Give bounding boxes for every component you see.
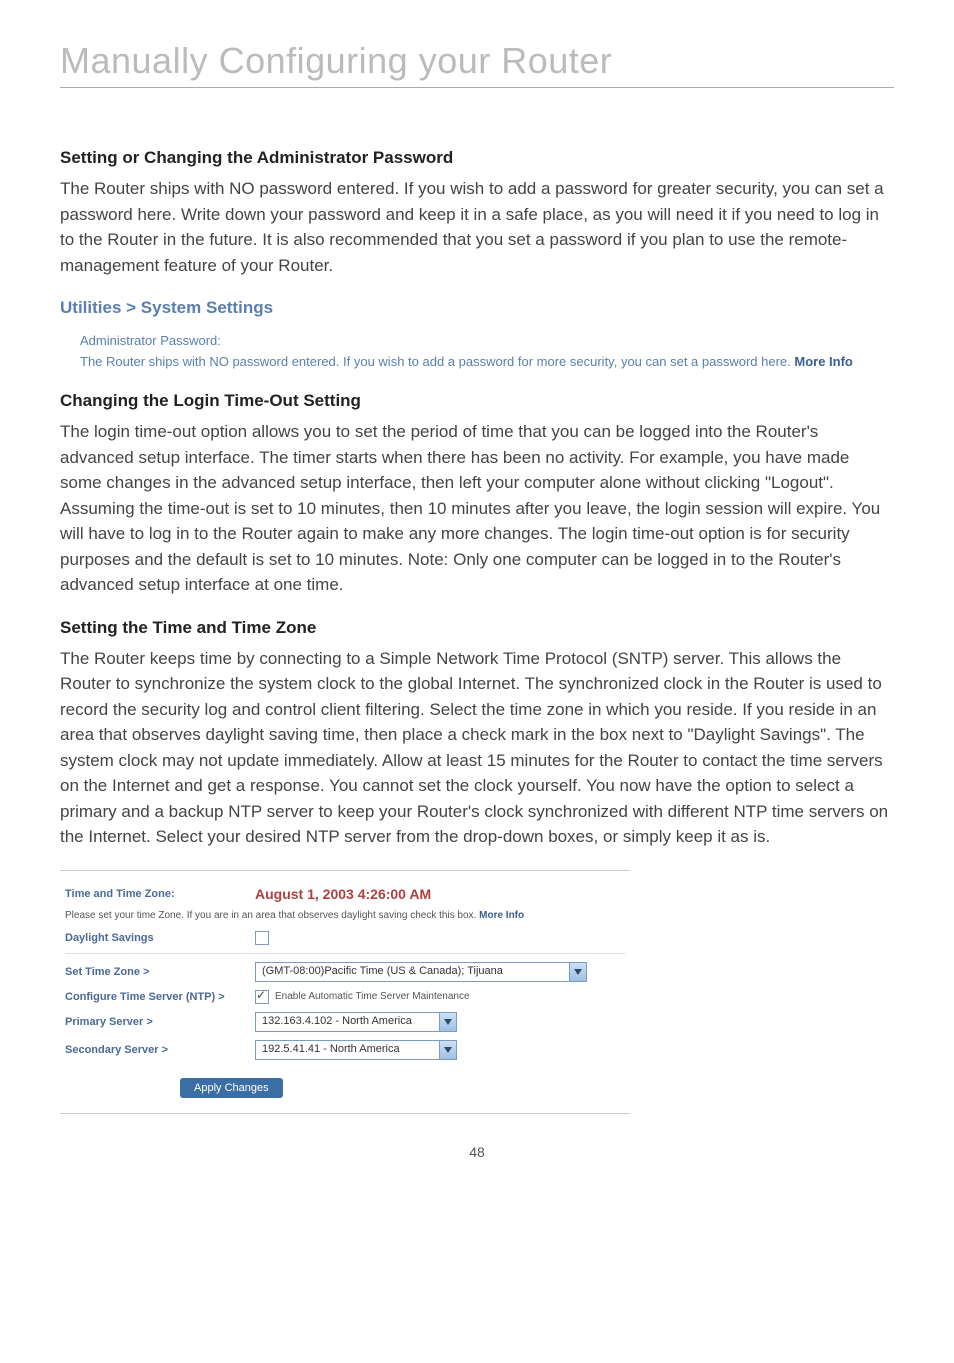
label-configure-ntp: Configure Time Server (NTP) >: [65, 991, 255, 1003]
more-info-link[interactable]: More Info: [794, 354, 853, 369]
heading-admin-password: Setting or Changing the Administrator Pa…: [60, 148, 894, 168]
chevron-down-icon: [439, 1013, 456, 1031]
desc-text: Please set your time Zone. If you are in…: [65, 910, 479, 921]
chevron-down-icon: [569, 963, 586, 981]
label-admin-password: Administrator Password:: [80, 333, 894, 348]
body-admin-password: The Router ships with NO password entere…: [60, 176, 894, 278]
checkbox-daylight-savings[interactable]: [255, 931, 269, 945]
label-set-time-zone: Set Time Zone >: [65, 966, 255, 978]
select-secondary-server[interactable]: 192.5.41.41 - North America: [255, 1040, 457, 1060]
page-title: Manually Configuring your Router: [60, 40, 894, 88]
label-primary-server: Primary Server >: [65, 1016, 255, 1028]
select-primary-server[interactable]: 132.163.4.102 - North America: [255, 1012, 457, 1032]
ui-title-utilities: Utilities > System Settings: [60, 298, 894, 318]
divider: [65, 953, 625, 954]
info-body: The Router ships with NO password entere…: [80, 354, 794, 369]
time-zone-panel: Time and Time Zone: August 1, 2003 4:26:…: [60, 870, 630, 1114]
label-daylight-savings: Daylight Savings: [65, 932, 255, 944]
checkbox-enable-ntp[interactable]: [255, 990, 269, 1004]
value-current-time: August 1, 2003 4:26:00 AM: [255, 886, 431, 902]
select-time-zone[interactable]: (GMT-08:00)Pacific Time (US & Canada); T…: [255, 962, 587, 982]
label-secondary-server: Secondary Server >: [65, 1044, 255, 1056]
panel-description: Please set your time Zone. If you are in…: [65, 910, 625, 921]
heading-login-timeout: Changing the Login Time-Out Setting: [60, 391, 894, 411]
page-number: 48: [60, 1144, 894, 1160]
more-info-link-panel[interactable]: More Info: [479, 910, 524, 921]
body-time-zone: The Router keeps time by connecting to a…: [60, 646, 894, 850]
select-primary-value: 132.163.4.102 - North America: [256, 1013, 439, 1031]
apply-changes-button[interactable]: Apply Changes: [180, 1078, 283, 1098]
body-login-timeout: The login time-out option allows you to …: [60, 419, 894, 598]
info-text-admin-password: The Router ships with NO password entere…: [80, 353, 894, 371]
select-secondary-value: 192.5.41.41 - North America: [256, 1041, 439, 1059]
label-enable-ntp: Enable Automatic Time Server Maintenance: [275, 991, 470, 1002]
chevron-down-icon: [439, 1041, 456, 1059]
select-time-zone-value: (GMT-08:00)Pacific Time (US & Canada); T…: [256, 963, 569, 981]
label-time-and-zone: Time and Time Zone:: [65, 888, 255, 900]
heading-time-zone: Setting the Time and Time Zone: [60, 618, 894, 638]
